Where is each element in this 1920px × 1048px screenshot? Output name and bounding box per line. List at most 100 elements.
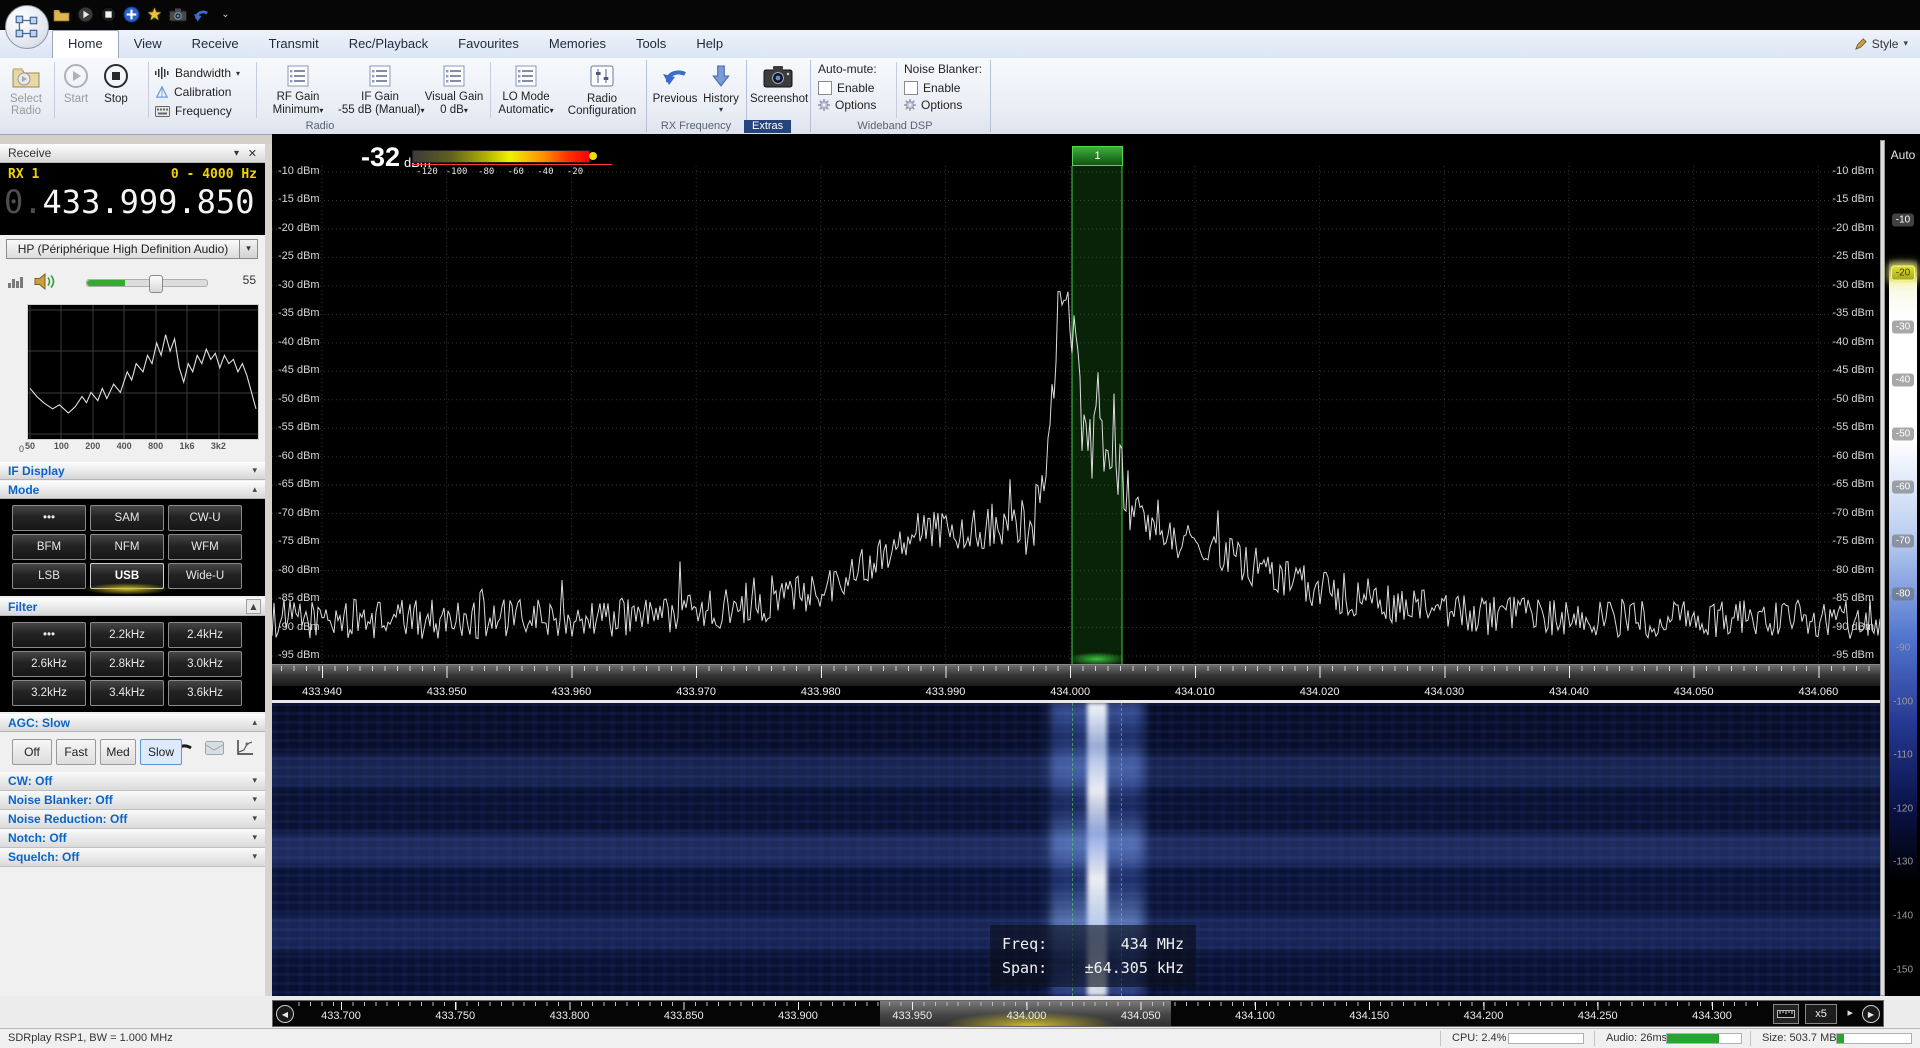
undo-icon[interactable]: [192, 5, 211, 24]
tab-transmit[interactable]: Transmit: [254, 30, 334, 58]
panel-close-icon[interactable]: ✕: [248, 144, 257, 163]
auto-range-button[interactable]: Auto: [1886, 148, 1920, 162]
tab-help[interactable]: Help: [681, 30, 738, 58]
automute-options-button[interactable]: Options: [818, 96, 890, 113]
agc-off-button[interactable]: Off: [12, 739, 52, 765]
panel-splitter[interactable]: [265, 144, 272, 1028]
mode-button-wide-u[interactable]: Wide-U: [168, 563, 242, 589]
mode-button-nfm[interactable]: NFM: [90, 534, 164, 560]
filter-button-item-0[interactable]: •••: [12, 622, 86, 648]
mode-button-cw-u[interactable]: CW-U: [168, 505, 242, 531]
agc-med-button[interactable]: Med: [100, 739, 136, 765]
waterfall-range-scale[interactable]: Auto -10 -20 -30 -40 -50 -60 -70 -80 -90 -100 -110…: [1886, 134, 1920, 996]
filter-button-2-8khz[interactable]: 2.8kHz: [90, 651, 164, 677]
lo-mode-button[interactable]: LO Mode Automatic: [494, 61, 558, 119]
filter-button-3-4khz[interactable]: 3.4kHz: [90, 680, 164, 706]
favourite-icon[interactable]: ★: [145, 5, 164, 25]
stop-icon[interactable]: [99, 5, 118, 24]
spectrum-display[interactable]: [272, 140, 1884, 700]
filter-button-2-6khz[interactable]: 2.6kHz: [12, 651, 86, 677]
size-bar: [1836, 1033, 1912, 1044]
agc-graph-icon[interactable]: [236, 739, 254, 761]
audio-device-select[interactable]: HP (Périphérique High Definition Audio): [6, 239, 240, 259]
style-chooser[interactable]: Style: [1854, 34, 1908, 54]
scroll-up-button[interactable]: ▲: [246, 599, 261, 614]
agc-fast-button[interactable]: Fast: [56, 739, 96, 765]
filter-button-3-6khz[interactable]: 3.6kHz: [168, 680, 242, 706]
mode-button-bfm[interactable]: BFM: [12, 534, 86, 560]
volume-slider-handle[interactable]: [149, 275, 163, 293]
if-gain-button[interactable]: IF Gain -55 dB (Manual): [338, 61, 424, 119]
open-file-icon[interactable]: [52, 5, 71, 24]
range-tick-20[interactable]: -20: [1886, 265, 1920, 281]
tab-favourites[interactable]: Favourites: [443, 30, 534, 58]
section-squelch-off[interactable]: Squelch: Off: [0, 848, 265, 867]
panel-collapse-icon[interactable]: [234, 144, 239, 163]
quick-access-dropdown-icon[interactable]: ⌄: [216, 5, 235, 24]
right-splitter[interactable]: [1880, 140, 1885, 996]
agc-slow-button[interactable]: Slow: [140, 739, 182, 765]
agc-monitor-icon[interactable]: [205, 741, 224, 760]
mode-button-lsb[interactable]: LSB: [12, 563, 86, 589]
filter-button-2-4khz[interactable]: 2.4kHz: [168, 622, 242, 648]
mode-button-item-0[interactable]: •••: [12, 505, 86, 531]
start-button[interactable]: Start: [58, 61, 94, 119]
mode-button-sam[interactable]: SAM: [90, 505, 164, 531]
section-cw-off[interactable]: CW: Off: [0, 772, 265, 791]
history-button[interactable]: History: [700, 61, 742, 119]
screenshot-button[interactable]: Screenshot: [750, 61, 808, 119]
section-agc[interactable]: AGC: Slow: [0, 714, 265, 732]
band-ruler[interactable]: 433.700 433.750 433.800 433.850 433.900 433.9…: [272, 1000, 1884, 1027]
frequency-display[interactable]: RX 1 0 - 4000 Hz 0.433.999.850: [0, 163, 265, 235]
tab-home[interactable]: Home: [52, 30, 119, 58]
range-tick-10: -10: [1886, 213, 1920, 227]
stop-button[interactable]: Stop: [98, 61, 134, 119]
section-noise-reduction-off[interactable]: Noise Reduction: Off: [0, 810, 265, 829]
add-icon[interactable]: [122, 5, 141, 24]
application-menu-button[interactable]: [5, 5, 49, 49]
select-radio-button[interactable]: Select Radio: [2, 61, 50, 119]
chevron-right-icon[interactable]: ▸: [1847, 1006, 1853, 1019]
rf-gain-button[interactable]: RF Gain Minimum: [262, 61, 334, 119]
radio-configuration-button[interactable]: Radio Configuration: [562, 61, 642, 119]
receive-panel-header[interactable]: Receive ✕: [0, 144, 265, 163]
waterfall-display[interactable]: Freq: 434 MHz Span: ±64.305 kHz: [272, 703, 1884, 996]
speaker-icon[interactable]: [34, 272, 57, 295]
scroll-left-button[interactable]: ◀: [276, 1005, 294, 1023]
screenshot-quick-icon[interactable]: [168, 5, 187, 24]
section-mode[interactable]: Mode: [0, 481, 265, 499]
noise-blanker-enable-checkbox[interactable]: Enable: [904, 79, 986, 96]
mode-button-wfm[interactable]: WFM: [168, 534, 242, 560]
section-filter[interactable]: Filter: [0, 598, 265, 616]
filter-button-3-0khz[interactable]: 3.0kHz: [168, 651, 242, 677]
tab-receive[interactable]: Receive: [177, 30, 254, 58]
signal-strength-colorbar[interactable]: [412, 150, 590, 163]
equalizer-icon[interactable]: [8, 274, 24, 294]
calibration-button[interactable]: Calibration: [155, 83, 231, 101]
ruler-settings-button[interactable]: [1773, 1004, 1799, 1024]
volume-slider[interactable]: [86, 275, 208, 293]
tuned-frequency[interactable]: 0.433.999.850: [4, 183, 254, 221]
start-icon[interactable]: [76, 5, 95, 24]
section-if-display[interactable]: IF Display: [0, 462, 265, 480]
filter-button-3-2khz[interactable]: 3.2kHz: [12, 680, 86, 706]
section-notch-off[interactable]: Notch: Off: [0, 829, 265, 848]
spectrum-frequency-ruler[interactable]: [272, 664, 1884, 687]
tab-tools[interactable]: Tools: [621, 30, 681, 58]
tab-view[interactable]: View: [119, 30, 177, 58]
filter-button-2-2khz[interactable]: 2.2kHz: [90, 622, 164, 648]
signal-power-readout: -32: [360, 142, 400, 172]
automute-enable-checkbox[interactable]: Enable: [818, 79, 890, 96]
section-noise-blanker-off[interactable]: Noise Blanker: Off: [0, 791, 265, 810]
visual-gain-button[interactable]: Visual Gain 0 dB: [424, 61, 484, 119]
audio-device-dropdown-icon[interactable]: [239, 239, 258, 259]
noise-blanker-options-button[interactable]: Options: [904, 96, 986, 113]
zoom-factor-button[interactable]: x5: [1805, 1004, 1837, 1024]
bandwidth-button[interactable]: Bandwidth: [155, 64, 240, 82]
frequency-button[interactable]: Frequency: [155, 102, 232, 120]
scroll-right-button[interactable]: ▶: [1862, 1005, 1880, 1023]
channel-marker-tab[interactable]: 1: [1072, 146, 1123, 166]
previous-frequency-button[interactable]: Previous: [652, 61, 698, 119]
tab-rec-playback[interactable]: Rec/Playback: [334, 30, 443, 58]
tab-memories[interactable]: Memories: [534, 30, 621, 58]
